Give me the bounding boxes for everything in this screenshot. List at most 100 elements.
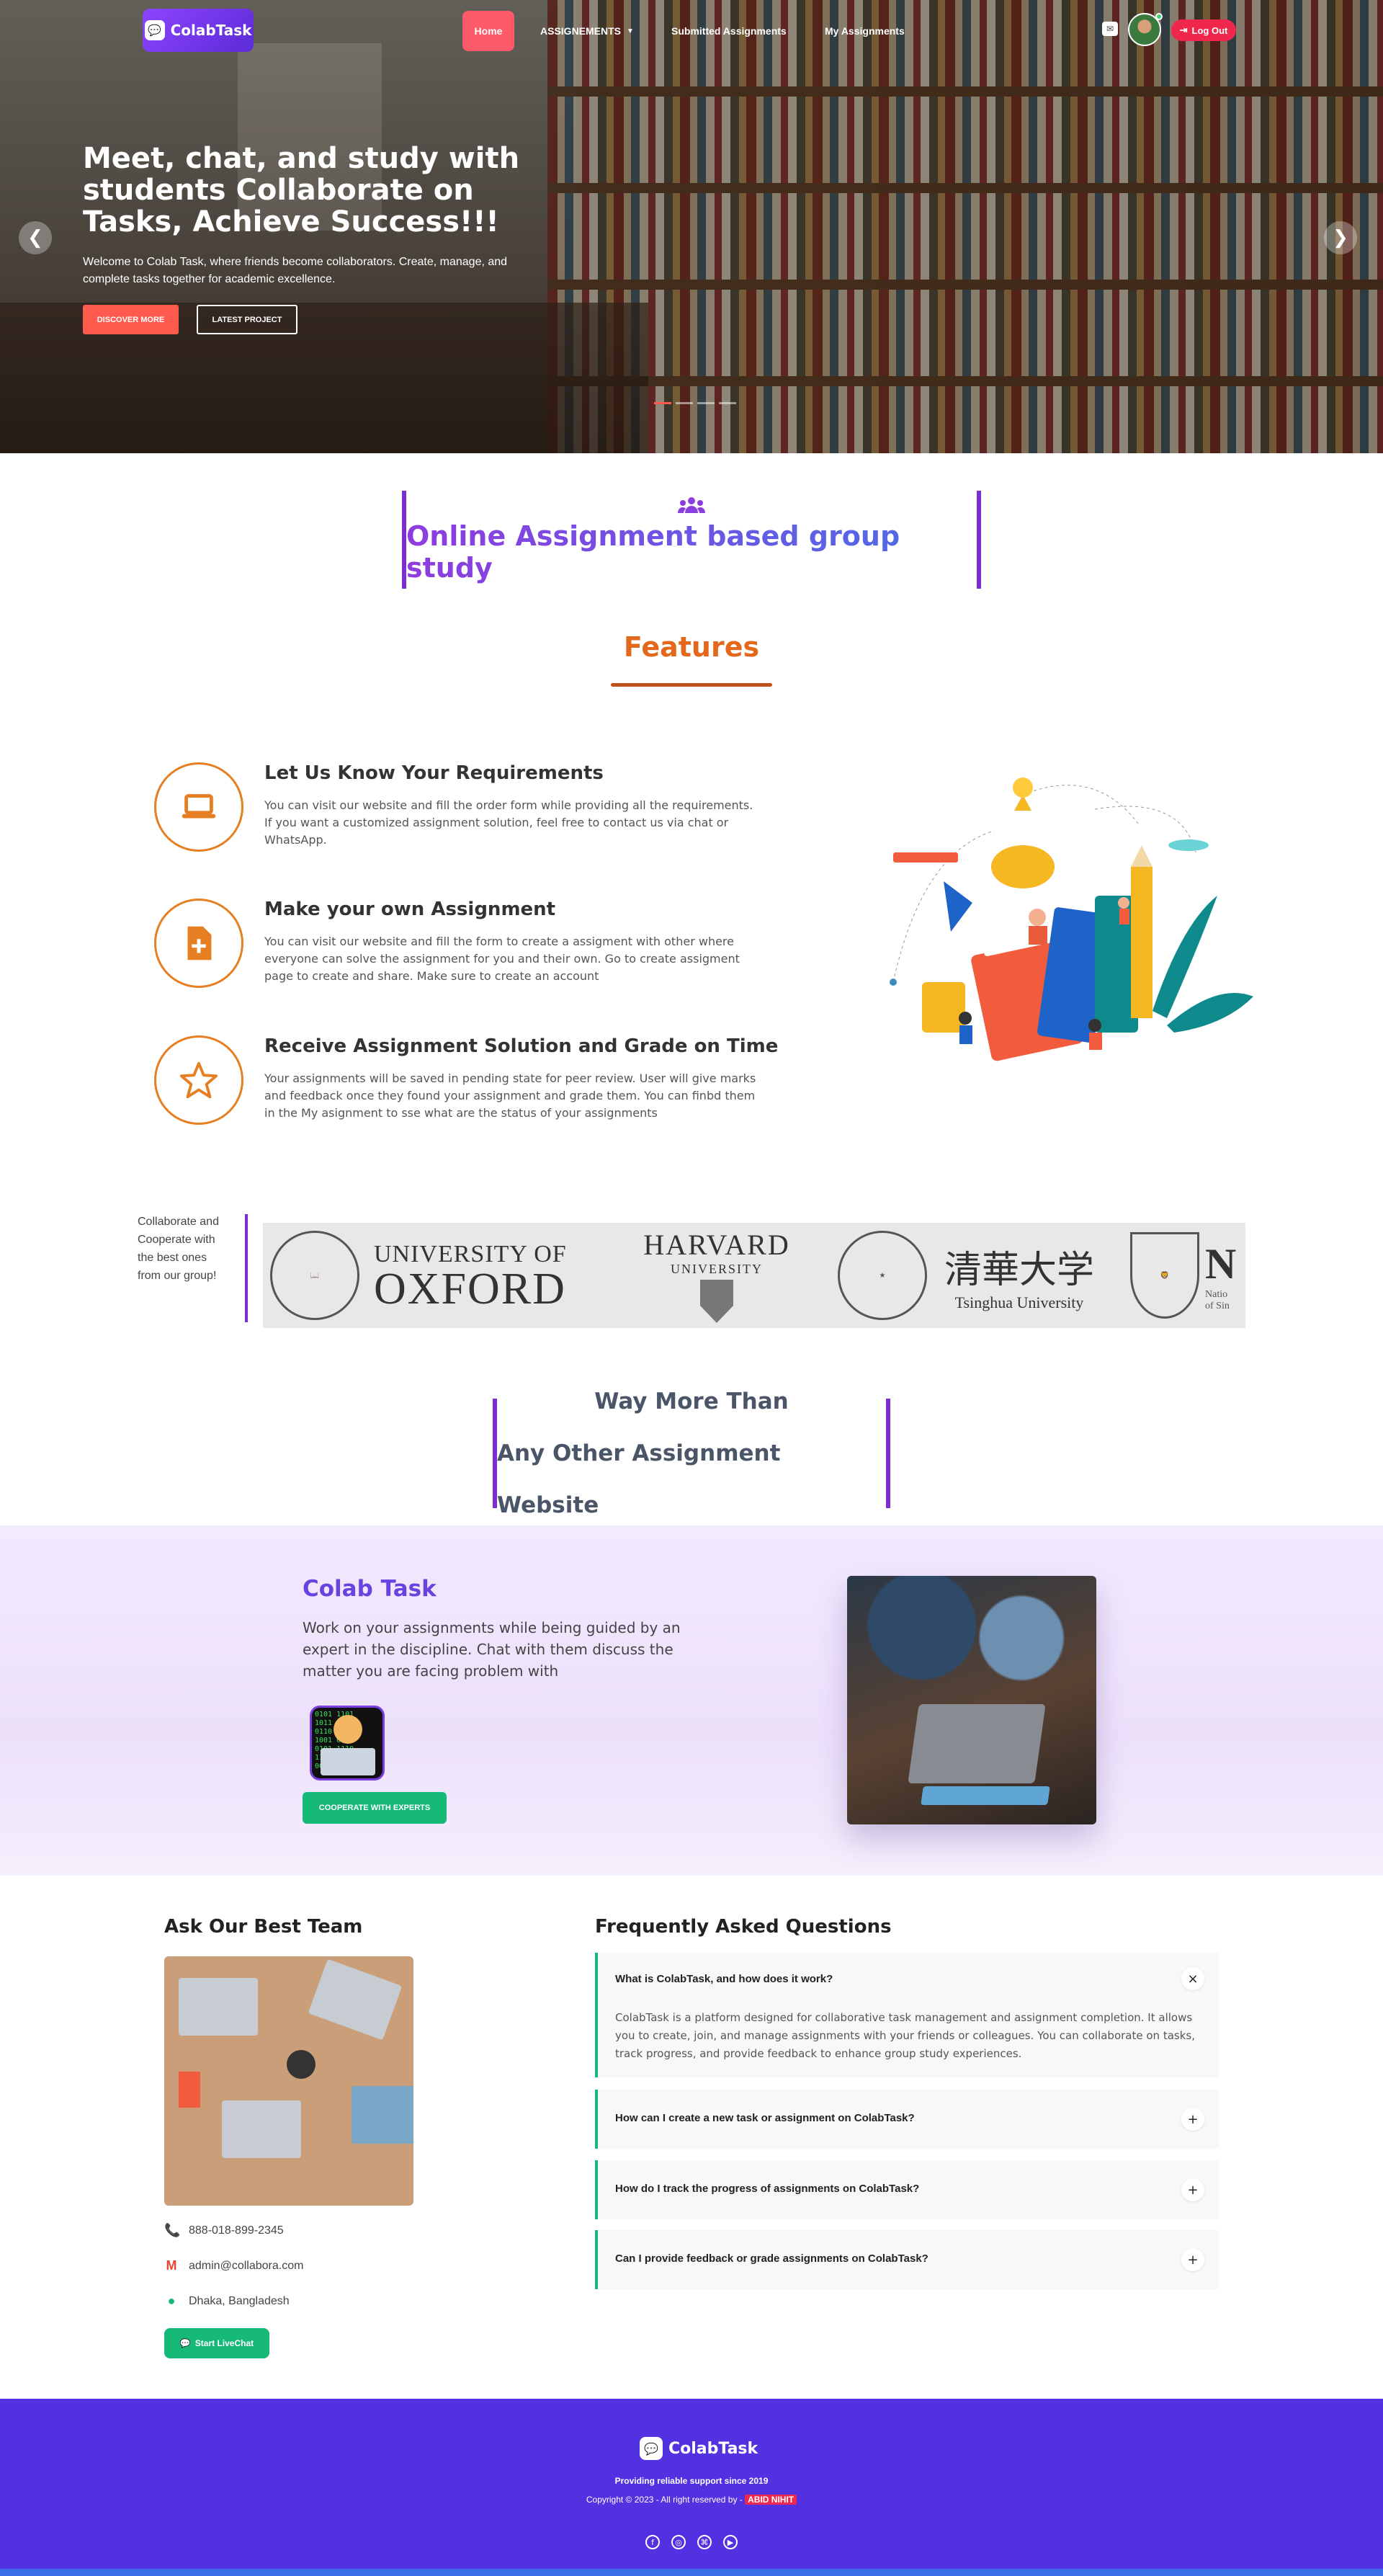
nus-crest-icon: 🦁 xyxy=(1130,1232,1199,1319)
hero-banner: 💬 ColabTask Home ASSIGNEMENTS ▼ Submitte… xyxy=(0,0,1383,453)
logout-icon: ⇥ xyxy=(1179,24,1188,35)
feature-title: Make your own Assignment xyxy=(264,899,556,920)
hero-subtitle: Welcome to Colab Task, where friends bec… xyxy=(83,256,508,285)
chevron-down-icon: ▼ xyxy=(627,27,634,35)
contact-email[interactable]: M admin@collabora.com xyxy=(164,2258,304,2273)
colab-title: Colab Task xyxy=(303,1576,437,1602)
youtube-icon[interactable]: ▶ xyxy=(723,2535,738,2549)
tsinghua-english-name: Tsinghua University xyxy=(954,1293,1084,1311)
partners-text: Collaborate and Cooperate with the best … xyxy=(138,1216,219,1282)
harvard-name: HARVARD xyxy=(643,1229,790,1261)
nav-assignments-label: ASSIGNEMENTS xyxy=(540,25,622,37)
nus-logo-partial: 🦁 N Natio of Sin xyxy=(1130,1223,1236,1328)
partners-divider xyxy=(245,1214,248,1322)
nus-letter: N xyxy=(1205,1239,1237,1288)
site-logo[interactable]: 💬 ColabTask xyxy=(143,9,254,52)
logo-text: ColabTask xyxy=(170,22,252,39)
users-group-icon xyxy=(677,496,706,519)
oxford-logo: 📖 UNIVERSITY OF OXFORD xyxy=(270,1223,567,1328)
chat-logo-icon: 💬 xyxy=(144,20,165,40)
harvard-shield-icon xyxy=(700,1280,733,1323)
plus-icon[interactable]: + xyxy=(1181,2178,1204,2201)
feature-text: You can visit our website and fill the f… xyxy=(264,935,740,983)
carousel-next-icon[interactable]: ❯ xyxy=(1324,221,1357,254)
start-livechat-button[interactable]: 💬 Start LiveChat xyxy=(164,2328,269,2358)
carousel-dot[interactable] xyxy=(719,402,736,404)
intro-title: Online Assignment based group study xyxy=(406,520,977,584)
faq-item[interactable]: Can I provide feedback or grade assignme… xyxy=(595,2230,1219,2289)
feature-text: Your assignments will be saved in pendin… xyxy=(264,1071,756,1120)
carousel-dot[interactable] xyxy=(654,402,671,404)
close-icon[interactable]: × xyxy=(1181,1967,1204,1990)
logout-button[interactable]: ⇥ Log Out xyxy=(1171,19,1236,41)
nav-submitted-assignments[interactable]: Submitted Assignments xyxy=(671,11,787,51)
facebook-icon[interactable]: f xyxy=(645,2535,660,2549)
nav-home[interactable]: Home xyxy=(462,11,514,51)
phone-text: 888-018-899-2345 xyxy=(189,2224,284,2237)
feature-title: Let Us Know Your Requirements xyxy=(264,762,604,784)
carousel-dot[interactable] xyxy=(676,402,693,404)
faq-answer: ColabTask is a platform designed for col… xyxy=(615,2011,1195,2060)
star-icon xyxy=(154,1035,243,1125)
latest-project-button[interactable]: LATEST PROJECT xyxy=(197,305,297,334)
laptop-collaboration-photo xyxy=(847,1576,1096,1824)
intro-title-box: Online Assignment based group study xyxy=(402,491,981,589)
footer-logo[interactable]: 💬 ColabTask xyxy=(640,2437,758,2460)
livechat-label: Start LiveChat xyxy=(194,2338,254,2348)
faq-item[interactable]: How do I track the progress of assignmen… xyxy=(595,2160,1219,2219)
plus-icon[interactable]: + xyxy=(1181,2108,1204,2131)
feature-text: You can visit our website and fill the o… xyxy=(264,798,753,847)
chat-bubble-icon: 💬 xyxy=(179,2338,191,2348)
colab-section xyxy=(0,1525,1383,1876)
faq-question: How do I track the progress of assignmen… xyxy=(615,2183,920,2195)
file-plus-icon xyxy=(154,899,243,988)
oxford-big-text: OXFORD xyxy=(374,1265,566,1314)
colab-text: Work on your assignments while being gui… xyxy=(303,1619,681,1680)
navbar: 💬 ColabTask Home ASSIGNEMENTS ▼ Submitte… xyxy=(0,9,1383,52)
faq-question: Can I provide feedback or grade assignme… xyxy=(615,2252,928,2265)
online-status-dot xyxy=(1155,13,1163,20)
instagram-icon[interactable]: ◎ xyxy=(671,2535,686,2549)
github-icon[interactable]: ⌘ xyxy=(697,2535,712,2549)
email-text: admin@collabora.com xyxy=(189,2259,304,2272)
contact-location: ● Dhaka, Bangladesh xyxy=(164,2294,290,2309)
nus-sub: Natio xyxy=(1205,1288,1228,1300)
harvard-logo: HARVARD UNIVERSITY xyxy=(643,1223,790,1328)
author-badge: ABID NIHIT xyxy=(745,2495,797,2505)
gmail-icon: M xyxy=(166,2258,177,2273)
contact-phone[interactable]: 📞 888-018-899-2345 xyxy=(164,2223,284,2238)
footer-tagline: Providing reliable support since 2019 xyxy=(614,2476,769,2486)
waymore-line-1: Way More Than xyxy=(594,1389,789,1414)
tsinghua-chinese-name: 清華大学 xyxy=(944,1248,1095,1292)
faq-question: How can I create a new task or assignmen… xyxy=(615,2112,915,2124)
cooperate-experts-button[interactable]: COOPERATE WITH EXPERTS xyxy=(303,1792,447,1824)
faq-title: Frequently Asked Questions xyxy=(595,1916,892,1938)
location-pin-icon: ● xyxy=(167,2294,176,2308)
faq-item[interactable]: How can I create a new task or assignmen… xyxy=(595,2090,1219,2149)
phone-icon: 📞 xyxy=(164,2223,181,2237)
plus-icon[interactable]: + xyxy=(1181,2248,1204,2271)
study-illustration xyxy=(890,777,1253,1061)
location-text: Dhaka, Bangladesh xyxy=(189,2294,290,2307)
chat-logo-icon: 💬 xyxy=(640,2437,663,2460)
footer-bottom-bar xyxy=(0,2569,1383,2576)
footer xyxy=(0,2399,1383,2576)
nav-assignments-dropdown[interactable]: ASSIGNEMENTS ▼ xyxy=(540,11,634,51)
faq-item[interactable]: What is ColabTask, and how does it work?… xyxy=(595,1953,1219,2077)
tsinghua-logo: ★ 清華大学 Tsinghua University xyxy=(838,1223,1094,1328)
discover-more-button[interactable]: DISCOVER MORE xyxy=(83,305,179,334)
footer-copyright: Copyright © 2023 - All right reserved by… xyxy=(0,2495,1383,2505)
message-icon[interactable]: ✉ xyxy=(1102,22,1118,36)
nav-my-assignments[interactable]: My Assignments xyxy=(825,11,905,51)
carousel-prev-icon[interactable]: ❮ xyxy=(19,221,52,254)
carousel-indicators xyxy=(654,402,736,404)
hero-title: Meet, chat, and study with students Coll… xyxy=(83,142,520,239)
ask-team-title: Ask Our Best Team xyxy=(164,1916,363,1938)
tsinghua-seal-icon: ★ xyxy=(838,1231,927,1320)
carousel-dot[interactable] xyxy=(697,402,715,404)
features-underline xyxy=(611,683,772,687)
footer-logo-text: ColabTask xyxy=(668,2439,758,2458)
team-desk-photo xyxy=(164,1956,413,2206)
waymore-line-2: Any Other Assignment Website xyxy=(497,1440,781,1518)
logout-label: Log Out xyxy=(1191,24,1228,36)
